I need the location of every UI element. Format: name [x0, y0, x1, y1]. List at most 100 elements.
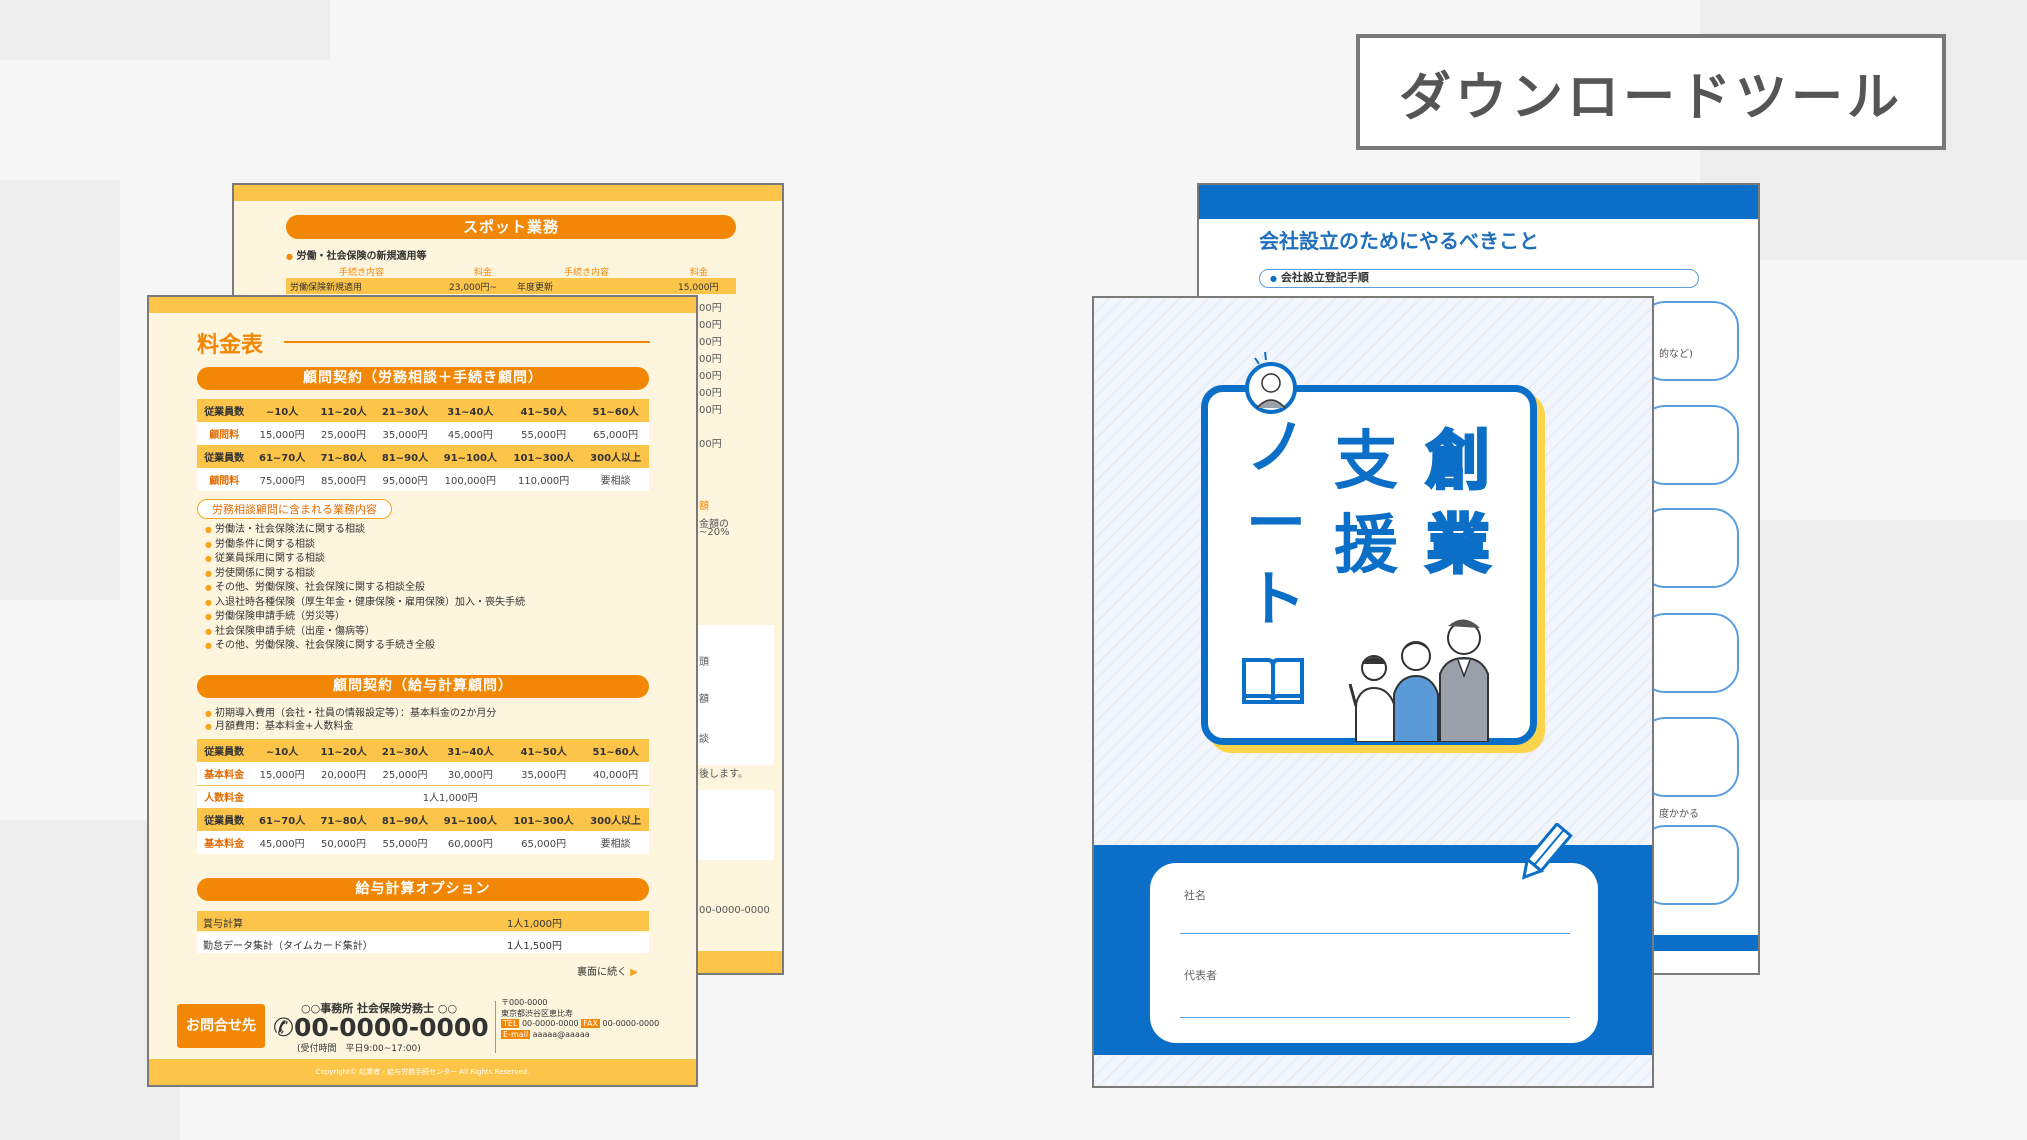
option-name: 勤怠データ集計（タイムカード集計）	[203, 941, 373, 952]
option-fee: 1人1,500円	[507, 941, 562, 952]
payroll-pill: 顧問契約（給与計算顧問）	[197, 675, 649, 698]
book-icon	[1242, 658, 1304, 704]
frag: 00円	[699, 388, 722, 399]
name-panel: 社名 代表者	[1150, 863, 1598, 1043]
consult-table: 従業員数 ~10人 11~20人 21~30人 31~40人 41~50人 51~60人 顧…	[197, 399, 649, 491]
cell: 21~30人	[374, 739, 436, 762]
cell: 要相談	[582, 831, 649, 854]
cell: 基本料金	[197, 831, 252, 854]
list-item: 入退社時各種保険（厚生年金・健康保険・雇用保険）加入・喪失手続	[205, 596, 525, 611]
cell: 110,000円	[505, 468, 583, 491]
title-col-1: 創 業	[1418, 420, 1498, 588]
price-title: 料金表	[197, 333, 264, 358]
cell: 75,000円	[251, 468, 313, 491]
cell: 15,000円	[251, 762, 313, 785]
cell: 55,000円	[505, 422, 583, 445]
included-title: 労務相談顧問に含まれる業務内容	[197, 499, 392, 519]
mail-row: E-mail aaaaa@aaaaa	[501, 1029, 590, 1039]
table-row: 従業員数 61~70人 71~80人 81~90人 91~100人 101~300人 300…	[197, 445, 649, 468]
option-row-1: 賞与計算 1人1,000円	[197, 911, 649, 931]
cell: 55,000円	[374, 831, 436, 854]
frag: 00円	[699, 354, 722, 365]
download-tool-badge: ダウンロードツール	[1356, 34, 1946, 150]
step-box	[1639, 301, 1739, 381]
table-row: 従業員数 61~70人 71~80人 81~90人 91~100人 101~300人 300…	[197, 808, 649, 831]
rep-label: 代表者	[1184, 969, 1217, 982]
frag: 的など)	[1659, 349, 1693, 360]
title-card: 創 業 支 援 ノ ー ト	[1201, 385, 1537, 745]
bottom-band: Copyright© 起業者・給与労務手続センター All Rights Res…	[149, 1059, 696, 1085]
cell: 101~300人	[505, 445, 583, 468]
cell: 81~90人	[374, 445, 436, 468]
table-row: 人数料金 1人1,000円	[197, 784, 649, 808]
list-item: その他、労働保険、社会保険に関する相談全般	[205, 581, 525, 596]
address: 東京都渋谷区恵比寿	[501, 1008, 573, 1018]
table-row: 基本料金 15,000円 20,000円 25,000円 30,000円 35,000円 4…	[197, 762, 649, 785]
payroll-table: 従業員数 ~10人 11~20人 21~30人 31~40人 41~50人 51~60人 基…	[197, 739, 649, 854]
frag: ~20%	[699, 527, 730, 538]
pencil-icon	[1521, 823, 1573, 880]
row-name-2: 年度更新	[517, 283, 554, 293]
bg-tile	[0, 180, 120, 600]
cell: 従業員数	[197, 399, 252, 422]
step-box	[1639, 717, 1739, 797]
top-band	[1199, 185, 1758, 219]
cell: 300人以上	[582, 808, 649, 831]
col-proc-2: 手続き内容	[564, 268, 610, 278]
row-fee-2: 15,000円	[678, 283, 719, 293]
list-item: 月額費用：基本料金+人数料金	[205, 720, 496, 733]
frag: 00円	[699, 371, 722, 382]
col-fee-2: 料金	[690, 268, 709, 278]
cell: ~10人	[251, 399, 313, 422]
frag: 談	[699, 734, 709, 745]
cell: 20,000円	[312, 762, 375, 785]
subtitle-bar: ● 会社設立登記手順	[1259, 269, 1699, 288]
cell: 51~60人	[582, 739, 649, 762]
phone-icon: ✆	[273, 1013, 294, 1042]
contact-button[interactable]: お問合せ先	[177, 1004, 265, 1048]
included-list: 労働法・社会保険法に関する相談 労働条件に関する相談 従業員採用に関する相談 労…	[205, 523, 525, 654]
note-back-title: 会社設立のためにやるべきこと	[1259, 229, 1539, 253]
address-block: 〒000-0000 東京都渋谷区恵比寿 TEL 00-0000-0000 FAX…	[501, 998, 659, 1040]
cell: 要相談	[582, 468, 649, 491]
cell: 91~100人	[435, 808, 506, 831]
cell: 71~80人	[312, 808, 375, 831]
title-char: 創	[1425, 424, 1492, 501]
table-row: 基本料金 45,000円 50,000円 55,000円 60,000円 65,000円要…	[197, 831, 649, 854]
frag: 頭	[699, 657, 709, 668]
title-char: 支	[1334, 425, 1398, 499]
phone-row: ✆00-0000-0000	[273, 1013, 489, 1042]
cell: 60,000円	[435, 831, 506, 854]
divider	[495, 1001, 496, 1053]
cell: ~10人	[251, 739, 313, 762]
cell: 100,000円	[435, 468, 506, 491]
title-col-3: ノ ー ト	[1236, 410, 1316, 638]
list-item: 従業員採用に関する相談	[205, 552, 525, 567]
list-item: 労使関係に関する相談	[205, 567, 525, 582]
table-row: 従業員数 ~10人 11~20人 21~30人 31~40人 41~50人 51~60人	[197, 739, 649, 762]
table-row: 顧問料 15,000円 25,000円 35,000円 45,000円 55,000円 65…	[197, 422, 649, 445]
copyright: Copyright© 起業者・給与労務手続センター All Rights Res…	[315, 1068, 530, 1076]
list-item: その他、労働保険、社会保険に関する手続き全般	[205, 639, 525, 654]
cell: 50,000円	[312, 831, 375, 854]
rep-field[interactable]	[1180, 1017, 1570, 1018]
list-item: 社会保険申請手続（出産・傷病等）	[205, 625, 525, 640]
cell: 91~100人	[435, 445, 506, 468]
cell: 25,000円	[374, 762, 436, 785]
consult-pill: 顧問契約（労務相談＋手続き顧問）	[197, 367, 649, 390]
cell: 101~300人	[505, 808, 583, 831]
note-sheet-front: 創 業 支 援 ノ ー ト 社名 代表者	[1092, 296, 1654, 1088]
cell: 85,000円	[312, 468, 375, 491]
top-band	[234, 185, 782, 201]
cell: 45,000円	[435, 422, 506, 445]
cell: 65,000円	[582, 422, 649, 445]
option-fee: 1人1,000円	[507, 919, 562, 930]
list-item: 労働保険申請手続（労災等）	[205, 610, 525, 625]
cell: 41~50人	[505, 739, 583, 762]
step-box	[1639, 613, 1739, 693]
cell: 40,000円	[582, 762, 649, 785]
cell: 11~20人	[312, 399, 375, 422]
company-field[interactable]	[1180, 933, 1570, 934]
cell: 顧問料	[197, 422, 252, 445]
cell: 31~40人	[435, 399, 506, 422]
